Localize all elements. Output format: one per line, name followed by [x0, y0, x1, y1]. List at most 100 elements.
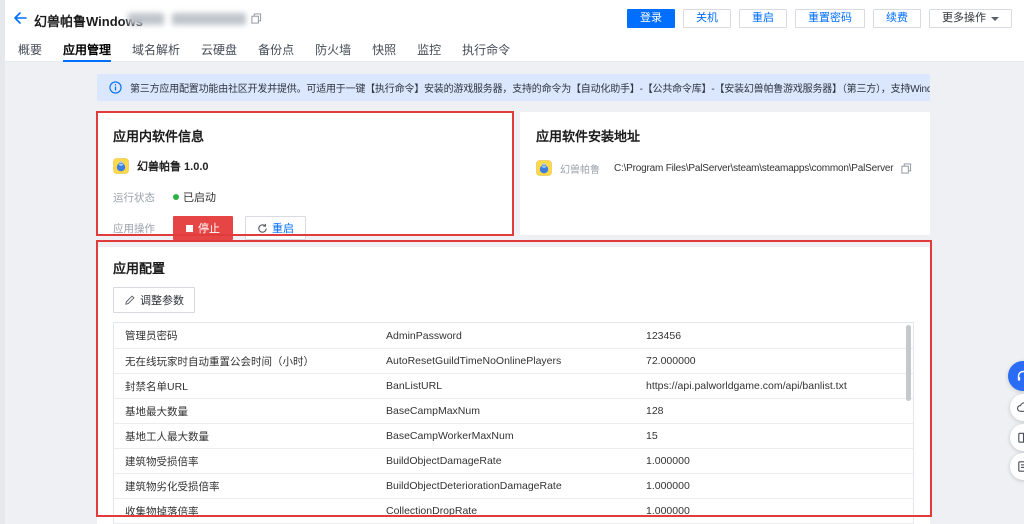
status-label: 运行状态 — [113, 190, 173, 205]
config-name-cell: 基地最大数量 — [114, 404, 386, 419]
config-value-cell: 72.000000 — [646, 355, 913, 367]
install-app-name: 幻兽帕鲁 — [560, 161, 600, 176]
instance-actions: 登录 关机 重启 重置密码 续费 更多操作 — [627, 9, 1012, 28]
banner-text: 第三方应用配置功能由社区开发并提供。可适用于一键【执行命令】安装的游戏服务器，支… — [130, 80, 930, 95]
config-param-cell: CollectionDropRate — [386, 505, 646, 517]
restart-button-label: 重启 — [272, 220, 294, 236]
config-value-cell: 1.000000 — [646, 480, 913, 492]
config-table-row: 收集物掉落倍率 CollectionDropRate 1.000000 — [114, 498, 913, 523]
table-scrollbar-thumb[interactable] — [906, 325, 911, 401]
info-icon — [109, 81, 122, 94]
config-table-row: 基地最大数量 BaseCampMaxNum 128 — [114, 398, 913, 423]
config-value-cell: 1.000000 — [646, 505, 913, 517]
stop-square-icon — [186, 225, 193, 232]
tab-overview[interactable]: 概要 — [18, 36, 42, 62]
config-table-row: 基地工人最大数量 BaseCampWorkerMaxNum 15 — [114, 423, 913, 448]
info-banner: 第三方应用配置功能由社区开发并提供。可适用于一键【执行命令】安装的游戏服务器，支… — [97, 74, 930, 101]
status-value: 已启动 — [183, 189, 216, 205]
operation-label: 应用操作 — [113, 221, 173, 236]
app-row: 幻兽帕鲁 1.0.0 — [113, 158, 496, 174]
operation-row: 应用操作 停止 重启 — [113, 216, 496, 240]
shutdown-button[interactable]: 关机 — [683, 9, 731, 28]
config-table-row: 管理员密码 AdminPassword 123456 — [114, 323, 913, 348]
redacted-instance-id — [128, 13, 164, 25]
config-param-cell: BaseCampWorkerMaxNum — [386, 430, 646, 442]
install-path-value: C:\Program Files\PalServer\steam\steamap… — [614, 163, 893, 174]
copy-icon[interactable] — [901, 163, 912, 174]
book-icon — [1016, 430, 1024, 445]
top-bar: 幻兽帕鲁Windows 登录 关机 重启 重置密码 续费 更多操作 — [0, 0, 1024, 36]
config-name-cell: 管理员密码 — [114, 328, 386, 343]
config-table: 管理员密码 AdminPassword 123456 无在线玩家时自动重置公会时… — [113, 322, 914, 524]
config-table-row: 建筑物受损倍率 BuildObjectDamageRate 1.000000 — [114, 448, 913, 473]
adjust-params-label: 调整参数 — [140, 292, 184, 308]
chevron-down-icon — [991, 17, 999, 21]
config-name-cell: 收集物掉落倍率 — [114, 504, 386, 519]
cloud-icon — [1016, 400, 1024, 415]
tab-cloud-disk[interactable]: 云硬盘 — [201, 36, 237, 62]
adjust-params-button[interactable]: 调整参数 — [113, 287, 195, 313]
more-actions-button[interactable]: 更多操作 — [929, 9, 1012, 28]
status-row: 运行状态 已启动 — [113, 189, 496, 205]
pencil-icon — [124, 295, 135, 306]
cloud-button[interactable] — [1010, 394, 1024, 421]
tab-bar: 概要 应用管理 域名解析 云硬盘 备份点 防火墙 快照 监控 执行命令 — [0, 36, 1024, 62]
config-param-cell: BaseCampMaxNum — [386, 405, 646, 417]
config-param-cell: BuildObjectDamageRate — [386, 455, 646, 467]
config-value-cell: 15 — [646, 430, 913, 442]
app-name-version: 幻兽帕鲁 1.0.0 — [137, 158, 209, 174]
window-edge-strip — [0, 0, 5, 524]
config-card-title: 应用配置 — [113, 258, 914, 277]
palworld-app-icon — [113, 158, 129, 174]
config-table-row: 封禁名单URL BanListURL https://api.palworldg… — [114, 373, 913, 398]
login-button[interactable]: 登录 — [627, 9, 675, 28]
tab-dns[interactable]: 域名解析 — [132, 36, 180, 62]
redacted-ip-address — [172, 13, 246, 25]
config-param-cell: BanListURL — [386, 380, 646, 392]
reboot-button[interactable]: 重启 — [739, 9, 787, 28]
config-param-cell: AutoResetGuildTimeNoOnlinePlayers — [386, 355, 646, 367]
config-name-cell: 封禁名单URL — [114, 379, 386, 394]
more-actions-label: 更多操作 — [942, 10, 986, 27]
config-value-cell: 123456 — [646, 330, 913, 342]
docs-button[interactable] — [1010, 424, 1024, 451]
reset-password-button[interactable]: 重置密码 — [795, 9, 865, 28]
config-param-cell: AdminPassword — [386, 330, 646, 342]
feedback-form-button[interactable] — [1010, 453, 1024, 480]
restart-icon — [257, 223, 268, 234]
tab-snapshot[interactable]: 快照 — [372, 36, 396, 62]
instance-title: 幻兽帕鲁Windows — [34, 11, 143, 30]
config-value-cell: 1.000000 — [646, 455, 913, 467]
config-value-cell: https://api.palworldgame.com/api/banlist… — [646, 380, 913, 392]
tab-monitor[interactable]: 监控 — [417, 36, 441, 62]
tab-firewall[interactable]: 防火墙 — [315, 36, 351, 62]
software-info-card: 应用内软件信息 幻兽帕鲁 1.0.0 运行状态 已启动 应用操作 停止 — [97, 112, 512, 235]
stop-button-label: 停止 — [198, 220, 220, 236]
renew-button[interactable]: 续费 — [873, 9, 921, 28]
config-name-cell: 基地工人最大数量 — [114, 429, 386, 444]
back-arrow-icon[interactable] — [12, 10, 28, 26]
customer-service-button[interactable] — [1008, 361, 1024, 391]
headset-icon — [1015, 368, 1024, 384]
stop-button[interactable]: 停止 — [173, 216, 233, 240]
tab-app-management[interactable]: 应用管理 — [63, 36, 111, 62]
form-icon — [1016, 459, 1024, 474]
console-page: 幻兽帕鲁Windows 登录 关机 重启 重置密码 续费 更多操作 概要 应用管… — [0, 0, 1024, 524]
software-card-title: 应用内软件信息 — [113, 126, 496, 145]
config-name-cell: 无在线玩家时自动重置公会时间（小时） — [114, 354, 386, 369]
config-value-cell: 128 — [646, 405, 913, 417]
palworld-app-icon — [536, 160, 552, 176]
config-param-cell: BuildObjectDeteriorationDamageRate — [386, 480, 646, 492]
tab-run-command[interactable]: 执行命令 — [462, 36, 510, 62]
copy-icon[interactable] — [251, 13, 262, 24]
install-card-title: 应用软件安装地址 — [536, 126, 914, 145]
restart-button[interactable]: 重启 — [245, 216, 306, 240]
status-badge: 已启动 — [173, 189, 216, 205]
app-config-card: 应用配置 调整参数 管理员密码 AdminPassword 123456 无在线… — [97, 247, 930, 524]
status-dot-icon — [173, 194, 179, 200]
config-table-row: 无在线玩家时自动重置公会时间（小时） AutoResetGuildTimeNoO… — [114, 348, 913, 373]
install-path-card: 应用软件安装地址 幻兽帕鲁 C:\Program Files\PalServer… — [520, 112, 930, 235]
config-table-row: 建筑物劣化受损倍率 BuildObjectDeteriorationDamage… — [114, 473, 913, 498]
tab-backup-point[interactable]: 备份点 — [258, 36, 294, 62]
config-name-cell: 建筑物受损倍率 — [114, 454, 386, 469]
